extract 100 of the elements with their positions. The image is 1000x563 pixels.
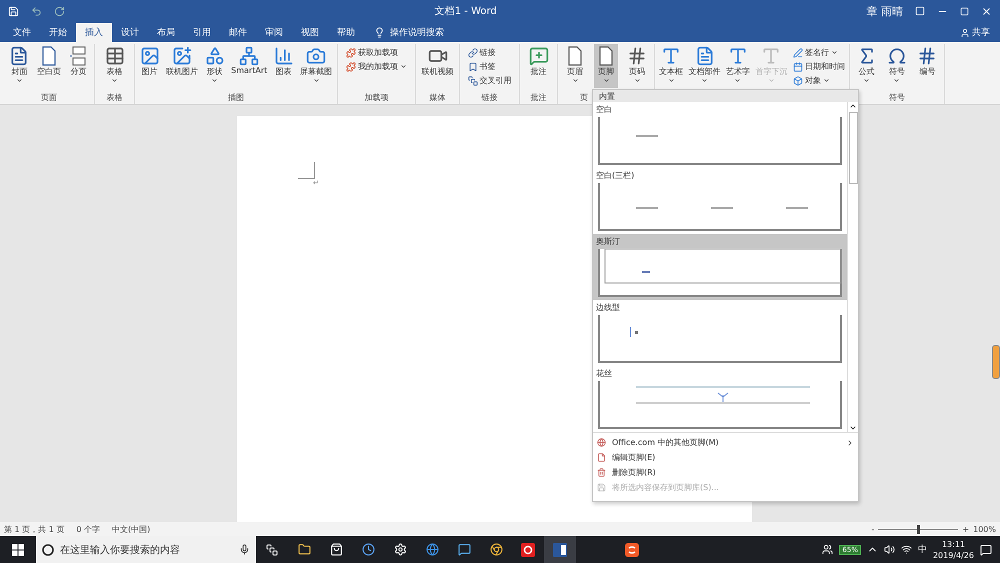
ribbon-tab[interactable]: 开始 bbox=[40, 23, 76, 42]
ribbon-button[interactable]: 联机图片 bbox=[164, 44, 200, 88]
ribbon-button[interactable]: 艺术字 bbox=[724, 44, 752, 88]
ribbon-button[interactable]: 文档部件 bbox=[686, 44, 723, 88]
zoom-in-button[interactable]: + bbox=[962, 524, 970, 534]
ribbon-button[interactable]: 公式 bbox=[854, 44, 879, 88]
redo-icon[interactable] bbox=[54, 6, 65, 16]
ribbon-button[interactable]: 表格 bbox=[102, 44, 126, 88]
share-button[interactable]: 共享 bbox=[972, 26, 990, 39]
menu-scrollbar[interactable] bbox=[847, 102, 858, 432]
ribbon-button[interactable]: 签名行 bbox=[790, 46, 847, 59]
ribbon-display-icon[interactable] bbox=[915, 6, 925, 16]
ribbon-button[interactable]: 形状 bbox=[202, 44, 227, 88]
close-icon[interactable] bbox=[981, 6, 992, 16]
volume-icon[interactable] bbox=[884, 544, 895, 555]
maximize-icon[interactable] bbox=[960, 6, 969, 16]
ribbon-tab[interactable]: 插入 bbox=[76, 23, 112, 42]
ribbon-button[interactable]: 编号 bbox=[915, 44, 940, 88]
ribbon-button[interactable]: 链接 bbox=[466, 46, 514, 59]
zoom-thumb[interactable] bbox=[917, 524, 920, 534]
group-label: 页面 bbox=[41, 93, 57, 102]
gallery-item-label: 边线型 bbox=[596, 302, 621, 314]
ribbon-button[interactable]: 联机视频 bbox=[420, 44, 456, 88]
group-label: 插图 bbox=[228, 93, 244, 102]
ribbon-button[interactable]: 页码 bbox=[625, 44, 649, 88]
ribbon-button[interactable]: 屏幕截图 bbox=[298, 44, 334, 88]
clock-icon bbox=[362, 543, 374, 556]
ribbon-button[interactable]: 日期和时间 bbox=[790, 60, 847, 73]
trash-icon bbox=[597, 468, 606, 477]
omega-icon bbox=[886, 46, 907, 66]
group-label: 链接 bbox=[482, 93, 498, 102]
picture-icon bbox=[140, 46, 160, 66]
taskbar-search-field[interactable]: 在这里输入你要搜索的内容 bbox=[36, 536, 256, 563]
text-icon bbox=[761, 46, 782, 66]
scroll-up-icon[interactable] bbox=[849, 102, 857, 110]
zoom-level[interactable]: 100% bbox=[973, 524, 996, 534]
ribbon-tab[interactable]: 帮助 bbox=[328, 23, 364, 42]
ribbon-tab[interactable]: 布局 bbox=[148, 23, 184, 42]
ribbon-tab[interactable]: 审阅 bbox=[256, 23, 292, 42]
ribbon-button[interactable]: 分页 bbox=[66, 44, 91, 88]
menu-item[interactable]: 删除页脚(R) bbox=[593, 465, 858, 480]
shopping-bag-icon bbox=[330, 543, 342, 556]
notification-icon[interactable] bbox=[980, 544, 992, 556]
settings-icon bbox=[394, 543, 406, 556]
group-label: 批注 bbox=[530, 93, 546, 102]
save-icon[interactable] bbox=[8, 6, 19, 16]
clock[interactable]: 13:11 2019/4/26 bbox=[932, 538, 974, 560]
footer-gallery-item[interactable]: 奥斯汀 bbox=[593, 234, 847, 300]
bar-chart-icon bbox=[274, 46, 294, 66]
group-label: 页 bbox=[580, 93, 588, 102]
hash-icon bbox=[627, 46, 647, 66]
comment-plus-icon bbox=[528, 46, 548, 66]
document-icon bbox=[9, 46, 30, 66]
globe-icon bbox=[426, 543, 438, 556]
ribbon-button[interactable]: 我的加载项 bbox=[344, 60, 409, 73]
ribbon-button[interactable]: 符号 bbox=[884, 44, 909, 88]
ribbon-button[interactable]: 获取加载项 bbox=[344, 46, 409, 59]
ribbon-button[interactable]: 页眉 bbox=[563, 44, 587, 88]
ribbon-button[interactable]: 页脚 bbox=[594, 44, 618, 88]
zoom-out-button[interactable]: - bbox=[872, 524, 874, 534]
ribbon-button[interactable]: 书签 bbox=[466, 60, 514, 73]
shapes-icon bbox=[204, 46, 225, 66]
diagram-icon bbox=[239, 46, 260, 66]
tell-me-search[interactable]: 操作说明搜索 bbox=[390, 26, 444, 39]
ribbon-button[interactable]: SmartArt bbox=[229, 44, 270, 88]
ribbon-button[interactable]: 图表 bbox=[272, 44, 296, 88]
gallery-item-label: 奥斯汀 bbox=[596, 236, 621, 248]
menu-item[interactable]: Office.com 中的其他页脚(M) bbox=[593, 435, 858, 450]
ribbon-button[interactable]: 对象 bbox=[790, 74, 847, 87]
ribbon-button[interactable]: 批注 bbox=[526, 44, 550, 88]
ribbon-button[interactable]: 文本框 bbox=[657, 44, 686, 88]
status-text: 0 个字 bbox=[76, 524, 100, 534]
ribbon-button[interactable]: 图片 bbox=[138, 44, 162, 88]
ribbon-tab[interactable]: 邮件 bbox=[220, 23, 256, 42]
gallery-item-label: 花丝 bbox=[596, 368, 613, 380]
ribbon-tab[interactable]: 文件 bbox=[4, 23, 40, 42]
menu-item[interactable]: 编辑页脚(E) bbox=[593, 450, 858, 465]
calendar-icon bbox=[792, 62, 803, 72]
hash-icon bbox=[917, 46, 938, 66]
ribbon-button[interactable]: 封面 bbox=[7, 44, 32, 88]
input-method-indicator[interactable]: 中 bbox=[918, 543, 927, 556]
undo-icon[interactable] bbox=[31, 6, 42, 16]
taskbar-app[interactable] bbox=[544, 536, 576, 563]
microphone-icon[interactable] bbox=[239, 544, 250, 555]
ribbon-tab[interactable]: 设计 bbox=[112, 23, 148, 42]
person-icon bbox=[960, 28, 970, 38]
placeholder-line-drawing bbox=[636, 135, 658, 137]
wifi-icon[interactable] bbox=[900, 544, 912, 555]
scroll-down-icon[interactable] bbox=[849, 424, 857, 432]
people-icon[interactable] bbox=[822, 544, 834, 555]
pen-icon bbox=[792, 48, 803, 58]
ribbon-tab[interactable]: 引用 bbox=[184, 23, 220, 42]
ribbon-button[interactable]: 交叉引用 bbox=[466, 74, 514, 87]
user-name[interactable]: 章 雨晴 bbox=[866, 4, 903, 18]
scrollbar-thumb[interactable] bbox=[992, 345, 1000, 379]
page-icon bbox=[597, 453, 606, 462]
ribbon-button[interactable]: 空白页 bbox=[34, 44, 63, 88]
ribbon-tab[interactable]: 视图 bbox=[292, 23, 328, 42]
group-label: 加载项 bbox=[364, 93, 388, 102]
scrollbar-thumb[interactable] bbox=[848, 112, 858, 184]
